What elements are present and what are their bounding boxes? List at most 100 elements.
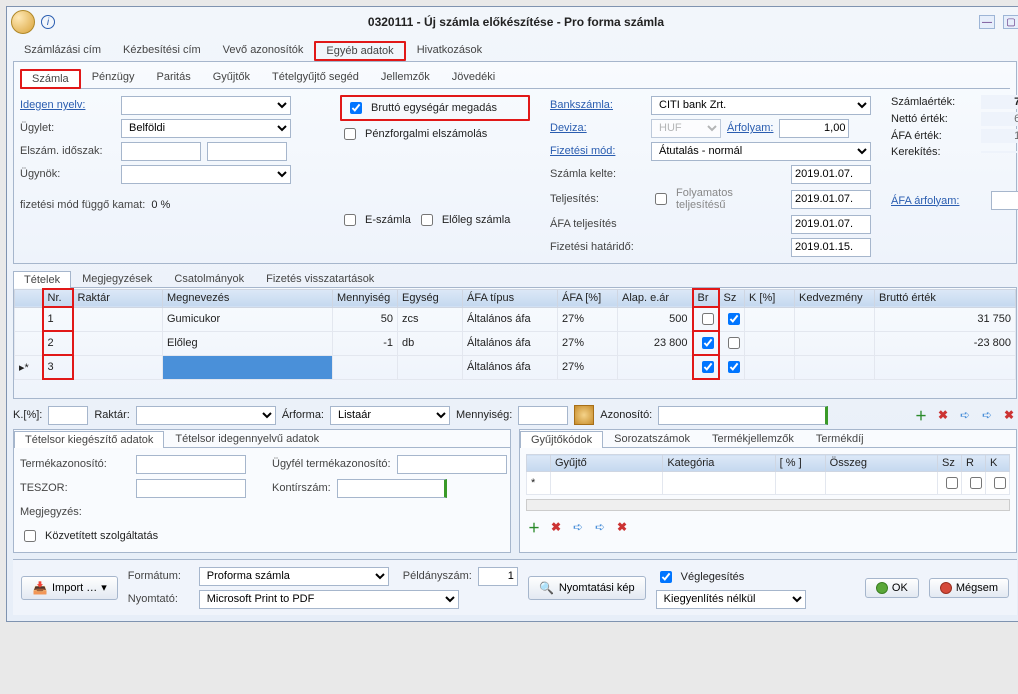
tetelsor-idegen-tab[interactable]: Tételsor idegennyelvű adatok: [164, 430, 330, 447]
col-k[interactable]: K: [986, 455, 1010, 472]
sz-checkbox[interactable]: [728, 313, 740, 325]
table-row[interactable]: 2Előleg-1dbÁltalános áfa27%23 800-23 800: [15, 331, 1016, 355]
k-checkbox[interactable]: [994, 477, 1006, 489]
arforma-select[interactable]: Listaár: [330, 406, 450, 425]
subtab-jellemzok[interactable]: Jellemzők: [370, 68, 441, 88]
subtab-tetelgyujto-seged[interactable]: Tételgyűjtő segéd: [261, 68, 370, 88]
subtab-paritas[interactable]: Paritás: [146, 68, 202, 88]
gyujto-delete-all-icon[interactable]: ✖: [614, 519, 630, 535]
sz-checkbox[interactable]: [728, 361, 740, 373]
minimize-icon[interactable]: —: [979, 15, 995, 29]
col-gyujto[interactable]: Gyűjtő: [551, 455, 663, 472]
gyujto-export-icon[interactable]: ➪: [570, 519, 586, 535]
ugynok-select[interactable]: [121, 165, 291, 184]
deviza-select[interactable]: HUF: [651, 119, 721, 138]
restore-icon[interactable]: ▢: [1003, 15, 1018, 29]
tab-kezbesitesi-cim[interactable]: Kézbesítési cím: [112, 41, 212, 61]
elszam-idoszak-from[interactable]: [121, 142, 201, 161]
teszor-input[interactable]: [136, 479, 246, 498]
folyamatos-teljesites-checkbox[interactable]: [655, 193, 667, 205]
fizetesi-mod-select[interactable]: Átutalás - normál: [651, 142, 871, 161]
col-pct[interactable]: [ % ]: [775, 455, 825, 472]
duplicate-line-icon[interactable]: ➪: [979, 407, 995, 423]
fizetesi-mod-label[interactable]: Fizetési mód:: [550, 145, 645, 157]
product-box-icon[interactable]: [574, 405, 594, 425]
col-afa-pct[interactable]: ÁFA [%]: [558, 289, 618, 307]
add-line-icon[interactable]: ＋: [913, 407, 929, 423]
import-button[interactable]: 📥 Import … ▾: [21, 576, 118, 600]
sz-checkbox[interactable]: [728, 337, 740, 349]
col-mennyiseg[interactable]: Mennyiség: [333, 289, 398, 307]
szamla-kelte-input[interactable]: [791, 165, 871, 184]
deviza-label[interactable]: Deviza:: [550, 122, 645, 134]
col-afa-tipus[interactable]: ÁFA típus: [463, 289, 558, 307]
bankszamla-select[interactable]: CITI bank Zrt.: [651, 96, 871, 115]
gyujtokodok-tab[interactable]: Gyűjtőkódok: [520, 431, 603, 448]
subtab-jovedeki[interactable]: Jövedéki: [441, 68, 506, 88]
termekazonosito-input[interactable]: [136, 455, 246, 474]
termekdij-tab[interactable]: Termékdíj: [805, 430, 875, 447]
kozvetitett-checkbox[interactable]: [24, 530, 36, 542]
col-k-pct[interactable]: K [%]: [745, 289, 795, 307]
col-kedvezmeny[interactable]: Kedvezmény: [795, 289, 875, 307]
sorozatszamok-tab[interactable]: Sorozatszámok: [603, 430, 701, 447]
kontirszam-input[interactable]: [337, 479, 447, 498]
bankszamla-label[interactable]: Bankszámla:: [550, 99, 645, 111]
r-checkbox[interactable]: [970, 477, 982, 489]
brutto-egysegar-checkbox[interactable]: [350, 102, 362, 114]
tetelek-tab[interactable]: Tételek: [13, 271, 71, 288]
termekjellemzok-tab[interactable]: Termékjellemzők: [701, 430, 805, 447]
peldanyszam-input[interactable]: [478, 567, 518, 586]
delete-all-icon[interactable]: ✖: [1001, 407, 1017, 423]
br-checkbox[interactable]: [702, 337, 714, 349]
azonosito-input[interactable]: [658, 406, 828, 425]
export-line-icon[interactable]: ➪: [957, 407, 973, 423]
col-r[interactable]: R: [962, 455, 986, 472]
idegen-nyelv-label[interactable]: Idegen nyelv:: [20, 99, 115, 111]
table-row[interactable]: *: [527, 472, 1010, 495]
tab-egyeb-adatok[interactable]: Egyéb adatok: [314, 41, 405, 61]
br-checkbox[interactable]: [702, 361, 714, 373]
kiegyenlites-select[interactable]: Kiegyenlítés nélkül: [656, 590, 806, 609]
horizontal-scrollbar[interactable]: [526, 499, 1010, 511]
subtab-penzugy[interactable]: Pénzügy: [81, 68, 146, 88]
teljesites-input[interactable]: [791, 190, 871, 209]
mennyiseg-input[interactable]: [518, 406, 568, 425]
fizetes-visszatartasok-tab[interactable]: Fizetés visszatartások: [255, 270, 385, 287]
veglegesites-checkbox[interactable]: [660, 571, 672, 583]
fizetesi-hatarido-input[interactable]: [791, 238, 871, 257]
gyujto-dup-icon[interactable]: ➪: [592, 519, 608, 535]
arfolyam-input[interactable]: [779, 119, 849, 138]
tab-vevo-azonositok[interactable]: Vevő azonosítók: [212, 41, 315, 61]
afa-arfolyam-label[interactable]: ÁFA árfolyam:: [891, 195, 959, 207]
kpct-input[interactable]: [48, 406, 88, 425]
col-brutto-ertek[interactable]: Bruttó érték: [875, 289, 1016, 307]
info-icon[interactable]: i: [41, 15, 55, 29]
gyujtokodok-table[interactable]: Gyűjtő Kategória [ % ] Összeg Sz R K *: [526, 454, 1010, 495]
col-alap-ear[interactable]: Alap. e.ár: [618, 289, 693, 307]
subtab-gyujtok[interactable]: Gyűjtők: [202, 68, 261, 88]
line-items-table[interactable]: Nr. Raktár Megnevezés Mennyiség Egység Á…: [14, 288, 1016, 380]
col-sz2[interactable]: Sz: [938, 455, 962, 472]
cancel-button[interactable]: Mégsem: [929, 578, 1009, 598]
elszam-idoszak-to[interactable]: [207, 142, 287, 161]
eszamla-checkbox[interactable]: [344, 214, 356, 226]
br-checkbox[interactable]: [702, 313, 714, 325]
ugylet-select[interactable]: Belföldi: [121, 119, 291, 138]
table-row[interactable]: ▸*3Általános áfa27%: [15, 355, 1016, 379]
col-raktar[interactable]: Raktár: [73, 289, 163, 307]
table-row[interactable]: 1Gumicukor50zcsÁltalános áfa27%50031 750: [15, 307, 1016, 331]
ok-button[interactable]: OK: [865, 578, 919, 598]
col-megnevezes[interactable]: Megnevezés: [163, 289, 333, 307]
ugyfel-termekazon-input[interactable]: [397, 455, 507, 474]
gyujto-remove-icon[interactable]: ✖: [548, 519, 564, 535]
col-egyseg[interactable]: Egység: [398, 289, 463, 307]
megjegyzesek-tab[interactable]: Megjegyzések: [71, 270, 163, 287]
sz2-checkbox[interactable]: [946, 477, 958, 489]
col-osszeg[interactable]: Összeg: [825, 455, 937, 472]
nyomtatasi-kep-button[interactable]: 🔍 Nyomtatási kép: [528, 576, 646, 600]
col-kategoria[interactable]: Kategória: [663, 455, 775, 472]
remove-line-icon[interactable]: ✖: [935, 407, 951, 423]
tab-hivatkozasok[interactable]: Hivatkozások: [406, 41, 493, 61]
col-nr[interactable]: Nr.: [43, 289, 73, 307]
